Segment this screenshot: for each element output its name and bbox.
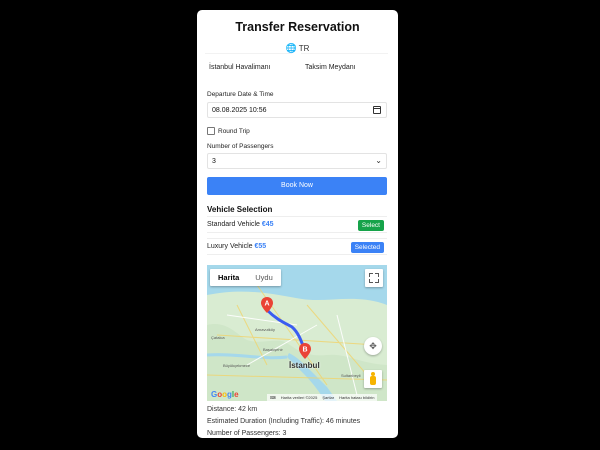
map-label: Arnavutköy [255, 327, 276, 332]
dropoff-field[interactable]: Taksim Meydanı [301, 53, 388, 84]
vehicle-luxury: Luxury Vehicle €55 Selected [207, 238, 387, 255]
select-vehicle-button[interactable]: Select [357, 220, 384, 231]
city-label: İstanbul [289, 361, 320, 370]
round-trip-label: Round Trip [218, 128, 250, 135]
pan-control-icon[interactable]: ✥ [364, 337, 382, 355]
round-trip-checkbox[interactable] [207, 127, 215, 135]
fullscreen-icon [369, 273, 373, 277]
map-type-tabs: Harita Uydu [210, 269, 281, 286]
map-data-credit: Harita verileri ©2025 [280, 395, 318, 400]
selected-vehicle-button[interactable]: Selected [350, 242, 384, 253]
marker-b[interactable]: B [299, 343, 311, 359]
pegman-button[interactable] [364, 370, 382, 388]
chevron-down-icon: ⌄ [375, 156, 382, 165]
vehicle-standard: Standard Vehicle €45 Select [207, 216, 387, 233]
vehicle-price: €55 [254, 243, 267, 250]
map-label: Çatalca [211, 335, 225, 340]
vehicle-price: €45 [261, 221, 274, 228]
calendar-icon[interactable] [373, 106, 381, 114]
tab-uydu[interactable]: Uydu [247, 269, 281, 286]
passengers-label: Number of Passengers [207, 143, 274, 150]
duration-text: Estimated Duration (Including Traffic): … [207, 418, 361, 425]
keyboard-icon[interactable]: ⌨ [270, 395, 276, 400]
pegman-icon [370, 372, 376, 385]
google-logo: Google [211, 390, 239, 399]
map-footer: ⌨ Harita verileri ©2025 Şartlar Harita h… [267, 394, 378, 401]
passengers-select[interactable]: 3 ⌄ [207, 153, 387, 169]
marker-a-label: A [264, 301, 269, 308]
pickup-field[interactable]: İstanbul Havalimanı [205, 53, 292, 84]
report-error-link[interactable]: Harita hatası bildirin [339, 395, 374, 400]
fullscreen-icon [375, 273, 379, 277]
map-label: Sultanbeyli [341, 373, 361, 378]
fullscreen-button[interactable] [365, 269, 383, 287]
datetime-label: Departure Date & Time [207, 91, 274, 98]
pickup-value: İstanbul Havalimanı [209, 64, 271, 71]
language-label: TR [298, 44, 310, 53]
terms-link[interactable]: Şartlar [322, 395, 334, 400]
datetime-input[interactable]: 08.08.2025 10:56 [207, 102, 387, 118]
route-map[interactable]: A B Arnavutköy Çatalca Başakşehir Büyükç… [207, 265, 387, 401]
page-title: Transfer Reservation [235, 20, 360, 34]
tab-harita[interactable]: Harita [210, 269, 247, 286]
datetime-value: 08.08.2025 10:56 [212, 107, 267, 114]
book-now-button[interactable]: Book Now [207, 177, 387, 195]
map-label: Büyükçekmece [223, 363, 251, 368]
map-label: Başakşehir [263, 347, 283, 352]
fullscreen-icon [375, 279, 379, 283]
dropoff-value: Taksim Meydanı [305, 64, 356, 71]
marker-a[interactable]: A [261, 297, 273, 313]
distance-text: Distance: 42 km [207, 406, 258, 413]
marker-b-label: B [302, 347, 307, 354]
vehicle-section-title: Vehicle Selection [207, 205, 273, 214]
passengers-text: Number of Passengers: 3 [207, 430, 287, 437]
reservation-card: Transfer Reservation 🌐 TR İstanbul Haval… [197, 10, 398, 438]
vehicle-name: Luxury Vehicle [207, 243, 253, 250]
passengers-value: 3 [212, 158, 216, 165]
fullscreen-icon [369, 279, 373, 283]
vehicle-name: Standard Vehicle [207, 221, 260, 228]
